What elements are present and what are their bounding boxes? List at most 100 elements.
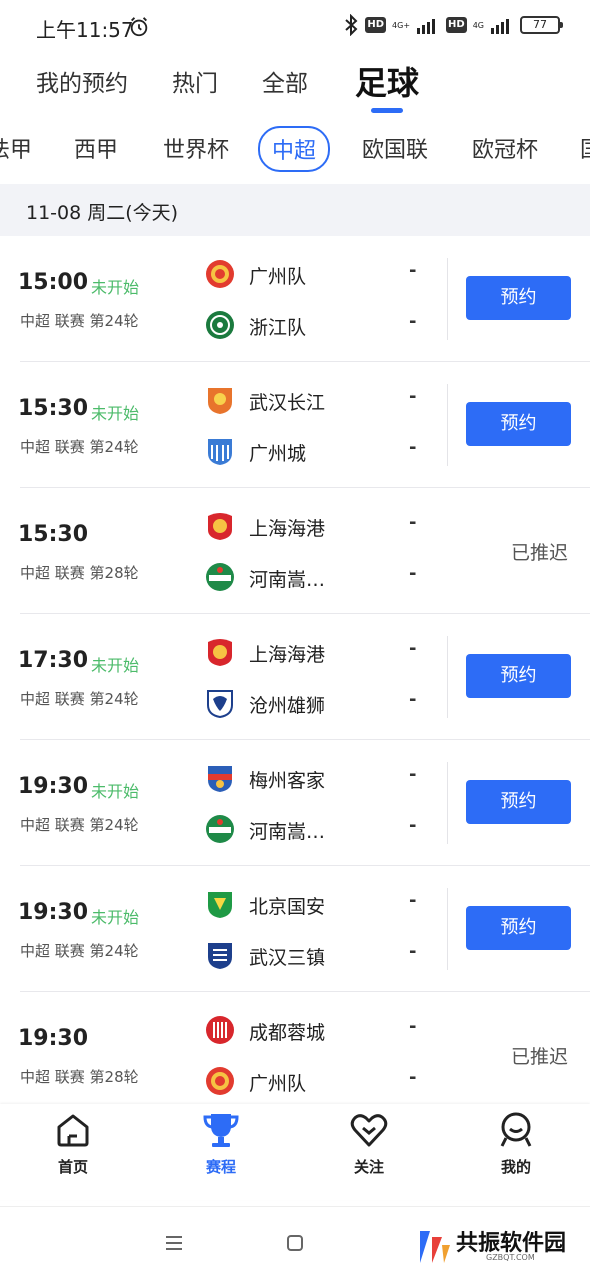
home-team-score: - [409, 512, 417, 533]
match-row[interactable]: 19:30 中超 联赛 第28轮 成都蓉城 - 广州队 - 已推迟 [0, 992, 590, 1104]
match-status: 未开始 [91, 656, 140, 675]
reserve-button[interactable]: 预约 [466, 402, 571, 446]
guangzhou-fc-logo-icon [206, 1067, 234, 1095]
row-divider [447, 762, 448, 844]
match-row[interactable]: 15:30 中超 联赛 第28轮 上海海港 - 河南嵩… - 已推迟 [0, 488, 590, 614]
date-header: 11-08 周二(今天) [0, 184, 590, 236]
home-team-name: 上海海港 [249, 518, 326, 540]
match-meta: 中超 联赛 第24轮 [20, 438, 139, 456]
meizhou-hakka-logo-icon [208, 766, 232, 792]
reserve-button[interactable]: 预约 [466, 780, 571, 824]
nav-follow[interactable]: 关注 [324, 1110, 414, 1177]
league-tab-ligue1[interactable]: 法甲 [0, 132, 32, 164]
away-team[interactable]: 沧州雄狮 - [204, 685, 434, 721]
away-team[interactable]: 河南嵩… - [204, 811, 434, 847]
away-team-name: 河南嵩… [249, 569, 326, 591]
heart-icon [350, 1114, 388, 1147]
away-team-score: - [409, 563, 417, 584]
league-tab-more[interactable]: 国 [580, 132, 590, 164]
row-divider [447, 384, 448, 466]
nav-schedule[interactable]: 赛程 [176, 1110, 266, 1177]
away-team[interactable]: 河南嵩… - [204, 559, 434, 595]
hd-badge-2: HD [446, 17, 467, 33]
home-team[interactable]: 武汉长江 - [204, 382, 434, 418]
home-team[interactable]: 上海海港 - [204, 508, 434, 544]
tab-football[interactable]: 足球 [355, 58, 419, 104]
signal-icon [417, 19, 436, 34]
match-time: 19:30 [18, 774, 89, 799]
match-status: 未开始 [91, 782, 140, 801]
reserve-button[interactable]: 预约 [466, 276, 571, 320]
away-team[interactable]: 浙江队 - [204, 307, 434, 343]
away-team[interactable]: 广州队 - [204, 1063, 434, 1099]
nav-profile[interactable]: 我的 [471, 1110, 561, 1177]
home-team-score: - [409, 1016, 417, 1037]
watermark-subtext: GZBQT.COM [486, 1253, 535, 1262]
home-team-name: 北京国安 [249, 896, 326, 918]
status-bar: 上午11:57 HD 4G+ HD 4G 77 [0, 0, 590, 54]
league-tab-csl[interactable]: 中超 [258, 126, 331, 172]
row-divider [447, 258, 448, 340]
home-team[interactable]: 梅州客家 - [204, 760, 434, 796]
away-team[interactable]: 广州城 - [204, 433, 434, 469]
away-team-score: - [409, 311, 417, 332]
home-team-score: - [409, 638, 417, 659]
date-label: 11-08 周二(今天) [26, 202, 179, 224]
home-team-score: - [409, 764, 417, 785]
away-team-score: - [409, 689, 417, 710]
match-row[interactable]: 19:30 未开始 中超 联赛 第24轮 梅州客家 - 河南嵩… - 预约 [0, 740, 590, 866]
match-meta: 中超 联赛 第24轮 [20, 690, 139, 708]
away-team-score: - [409, 437, 417, 458]
home-icon [57, 1114, 89, 1147]
match-time: 15:30 [18, 522, 89, 547]
status-time: 上午11:57 [36, 18, 134, 42]
home-square-icon[interactable] [286, 1234, 304, 1252]
menu-icon[interactable] [164, 1235, 184, 1251]
bluetooth-icon [345, 14, 358, 36]
reserve-button[interactable]: 预约 [466, 906, 571, 950]
league-tab-laliga[interactable]: 西甲 [74, 132, 118, 164]
nav-home[interactable]: 首页 [28, 1110, 118, 1177]
home-team[interactable]: 成都蓉城 - [204, 1012, 434, 1048]
top-tabs: 我的预约 热门 全部 足球 [0, 56, 590, 116]
away-team-score: - [409, 941, 417, 962]
match-row[interactable]: 15:00 未开始 中超 联赛 第24轮 广州队 - 浙江队 - 预约 [0, 236, 590, 362]
signal-icon-2 [491, 19, 509, 34]
guangzhou-fc-logo-icon [206, 260, 234, 288]
league-tab-nations-league[interactable]: 欧国联 [362, 132, 428, 164]
league-tab-champions-league[interactable]: 欧冠杯 [472, 132, 538, 164]
away-team-name: 武汉三镇 [249, 947, 326, 969]
match-list[interactable]: 15:00 未开始 中超 联赛 第24轮 广州队 - 浙江队 - 预约 15:30 未开始 中超 联… [0, 236, 590, 1104]
reserve-button[interactable]: 预约 [466, 654, 571, 698]
away-team-score: - [409, 1067, 417, 1088]
match-time: 15:30 [18, 396, 89, 421]
home-team[interactable]: 上海海港 - [204, 634, 434, 670]
away-team-name: 广州队 [249, 1073, 307, 1095]
tab-my-reservations[interactable]: 我的预约 [36, 64, 128, 98]
home-team[interactable]: 北京国安 - [204, 886, 434, 922]
match-status: 未开始 [91, 908, 140, 927]
match-row[interactable]: 17:30 未开始 中超 联赛 第24轮 上海海港 - 沧州雄狮 - 预约 [0, 614, 590, 740]
home-team[interactable]: 广州队 - [204, 256, 434, 292]
tab-all[interactable]: 全部 [262, 64, 308, 98]
away-team-name: 广州城 [249, 443, 307, 465]
league-tabs: 法甲 西甲 世界杯 中超 欧国联 欧冠杯 国 [0, 124, 590, 172]
match-row[interactable]: 19:30 未开始 中超 联赛 第24轮 北京国安 - 武汉三镇 - 预约 [0, 866, 590, 992]
match-row[interactable]: 15:30 未开始 中超 联赛 第24轮 武汉长江 - 广州城 - 预约 [0, 362, 590, 488]
trophy-icon [203, 1114, 239, 1147]
tab-hot[interactable]: 热门 [172, 64, 218, 98]
shanghai-port-logo-icon [208, 513, 232, 540]
wuhan-yangtze-logo-icon [208, 388, 232, 414]
nav-follow-label: 关注 [353, 1158, 384, 1176]
chengdu-rongcheng-logo-icon [206, 1016, 234, 1044]
away-team-name: 河南嵩… [249, 821, 326, 843]
postponed-label: 已推迟 [511, 1046, 569, 1068]
match-meta: 中超 联赛 第24轮 [20, 312, 139, 330]
row-divider [447, 888, 448, 970]
nav-profile-label: 我的 [500, 1158, 531, 1176]
home-team-name: 武汉长江 [249, 392, 326, 414]
home-team-name: 广州队 [249, 266, 307, 288]
league-tab-world-cup[interactable]: 世界杯 [163, 132, 229, 164]
home-team-name: 上海海港 [249, 644, 326, 666]
away-team[interactable]: 武汉三镇 - [204, 937, 434, 973]
